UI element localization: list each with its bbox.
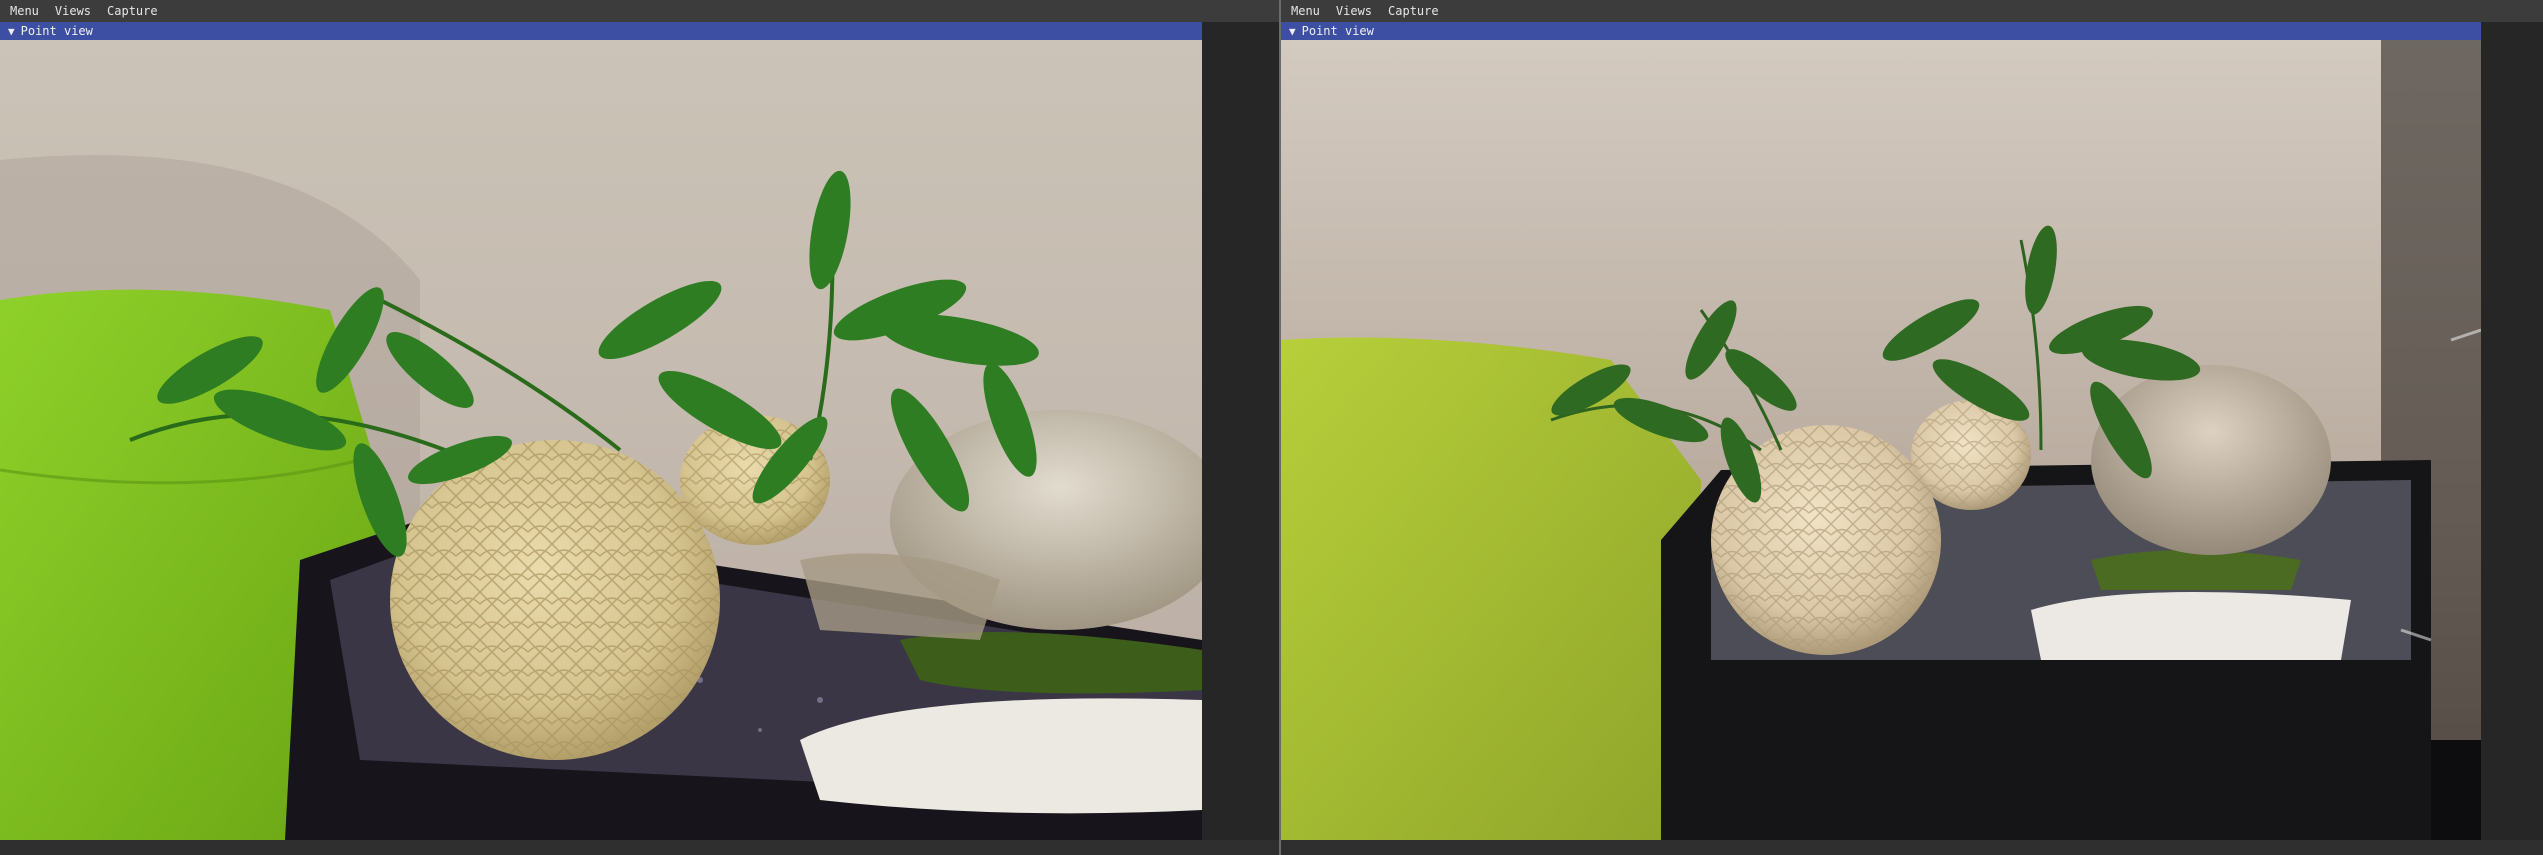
left-app-window: Menu Views Capture ▼ Point view bbox=[0, 0, 1279, 855]
panel-title: Point view bbox=[20, 24, 93, 38]
bottom-status-strip bbox=[1281, 840, 2543, 855]
menu-bar: Menu Views Capture bbox=[1281, 0, 2543, 23]
panel-title-bar[interactable]: ▼ Point view bbox=[0, 22, 1202, 40]
rendered-scene bbox=[0, 40, 1202, 840]
right-app-window: Menu Views Capture ▼ Point view bbox=[1281, 0, 2543, 855]
panel-title-bar[interactable]: ▼ Point view bbox=[1281, 22, 2481, 40]
bottom-status-strip bbox=[0, 840, 1279, 855]
menu-capture[interactable]: Capture bbox=[1380, 0, 1447, 22]
menu-views[interactable]: Views bbox=[1328, 0, 1380, 22]
side-panel-gutter bbox=[2481, 22, 2543, 840]
collapse-arrow-icon[interactable]: ▼ bbox=[8, 25, 15, 38]
render-viewport[interactable] bbox=[1281, 40, 2481, 840]
menu-menu[interactable]: Menu bbox=[1281, 0, 1328, 22]
collapse-arrow-icon[interactable]: ▼ bbox=[1289, 25, 1296, 38]
menu-menu[interactable]: Menu bbox=[0, 0, 47, 22]
menu-bar: Menu Views Capture bbox=[0, 0, 1279, 23]
side-panel-gutter bbox=[1202, 22, 1279, 840]
render-viewport[interactable] bbox=[0, 40, 1202, 840]
point-view-panel: ▼ Point view bbox=[1281, 22, 2481, 840]
rendered-scene bbox=[1281, 40, 2481, 840]
panel-title: Point view bbox=[1301, 24, 1374, 38]
menu-capture[interactable]: Capture bbox=[99, 0, 166, 22]
menu-views[interactable]: Views bbox=[47, 0, 99, 22]
point-view-panel: ▼ Point view bbox=[0, 22, 1202, 840]
